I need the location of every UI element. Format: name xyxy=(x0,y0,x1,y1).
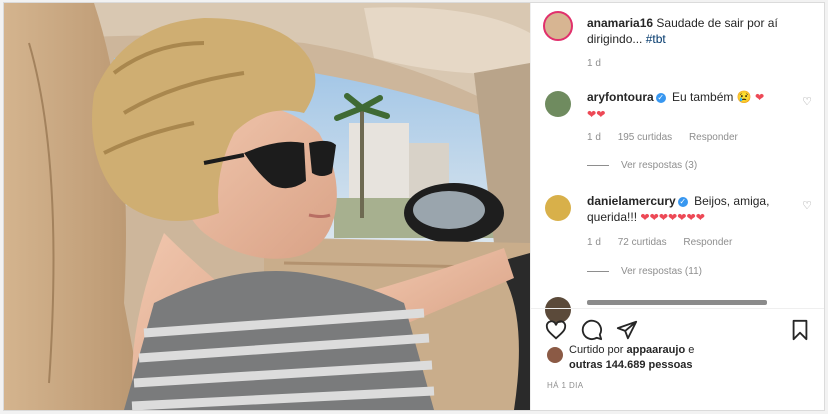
comment-like-icon[interactable]: ♡ xyxy=(802,199,812,212)
commenter-avatar-danielamercury[interactable] xyxy=(545,195,571,221)
verified-badge-icon: ✓ xyxy=(655,92,666,103)
action-bar xyxy=(531,308,824,341)
post-caption: anamaria16 Saudade de sair por aí dirigi… xyxy=(587,15,813,47)
likes-others[interactable]: outras 144.689 pessoas xyxy=(569,359,693,371)
comment-text-line2: querida!!! xyxy=(587,210,638,224)
comment-text: Eu também xyxy=(672,90,734,104)
comment-username[interactable]: danielamercury xyxy=(587,194,676,208)
comment-icon[interactable] xyxy=(581,319,603,341)
bookmark-icon[interactable] xyxy=(789,319,811,341)
comment-aryfontoura: aryfontoura ✓ Eu também 😢 ❤ ❤❤ xyxy=(587,89,792,123)
comment-likes[interactable]: 72 curtidas xyxy=(618,237,667,248)
likes-user[interactable]: appaaraujo xyxy=(626,344,685,356)
view-replies-label[interactable]: Ver respostas (11) xyxy=(621,266,702,277)
caption-time: 1 d xyxy=(587,58,601,69)
sad-emoji: 😢 xyxy=(736,90,752,104)
likes-conj: e xyxy=(688,344,695,356)
reply-button[interactable]: Responder xyxy=(683,237,732,248)
caption-hashtag[interactable]: #tbt xyxy=(646,32,666,46)
comment-text: Beijos, amiga, xyxy=(694,194,770,208)
comment-meta: 1 d 72 curtidas Responder xyxy=(587,237,746,248)
comment-meta: 1 d 195 curtidas Responder xyxy=(587,132,752,143)
woman-driving-photo xyxy=(4,3,530,410)
view-replies[interactable]: Ver respostas (11) xyxy=(587,266,702,277)
liker-avatar[interactable] xyxy=(547,347,563,363)
comment-time: 1 d xyxy=(587,132,601,143)
replies-divider xyxy=(587,164,609,166)
hearts-emoji: ❤❤❤❤❤❤❤ xyxy=(640,212,705,224)
post-side-panel: anamaria16 Saudade de sair por aí dirigi… xyxy=(530,3,824,410)
comment-like-icon[interactable]: ♡ xyxy=(802,95,812,108)
heart-emoji-line: ❤❤ xyxy=(587,109,606,121)
replies-divider xyxy=(587,270,609,272)
commenter-avatar-aryfontoura[interactable] xyxy=(545,91,571,117)
comment-username[interactable]: aryfontoura xyxy=(587,90,654,104)
author-avatar[interactable] xyxy=(543,11,573,41)
comment-time: 1 d xyxy=(587,237,601,248)
verified-badge-icon: ✓ xyxy=(677,196,688,207)
post-time-ago[interactable]: HÁ 1 DIA xyxy=(547,381,584,390)
view-replies-label[interactable]: Ver respostas (3) xyxy=(621,160,697,171)
comment-danielamercury: danielamercury ✓ Beijos, amiga, querida!!… xyxy=(587,193,792,226)
comment-likes[interactable]: 195 curtidas xyxy=(618,132,672,143)
reply-button[interactable]: Responder xyxy=(689,132,738,143)
instagram-post: anamaria16 Saudade de sair por aí dirigi… xyxy=(3,2,825,411)
partial-comment-fragment xyxy=(587,300,767,305)
author-username[interactable]: anamaria16 xyxy=(587,16,653,30)
post-photo xyxy=(4,3,530,410)
send-icon[interactable] xyxy=(616,319,638,341)
view-replies[interactable]: Ver respostas (3) xyxy=(587,160,697,171)
heart-outline-icon[interactable] xyxy=(545,319,567,341)
likes-prefix: Curtido por xyxy=(569,344,624,356)
likes-summary[interactable]: Curtido por appaaraujo e outras 144.689 … xyxy=(569,343,694,373)
heart-emoji: ❤ xyxy=(755,92,765,104)
